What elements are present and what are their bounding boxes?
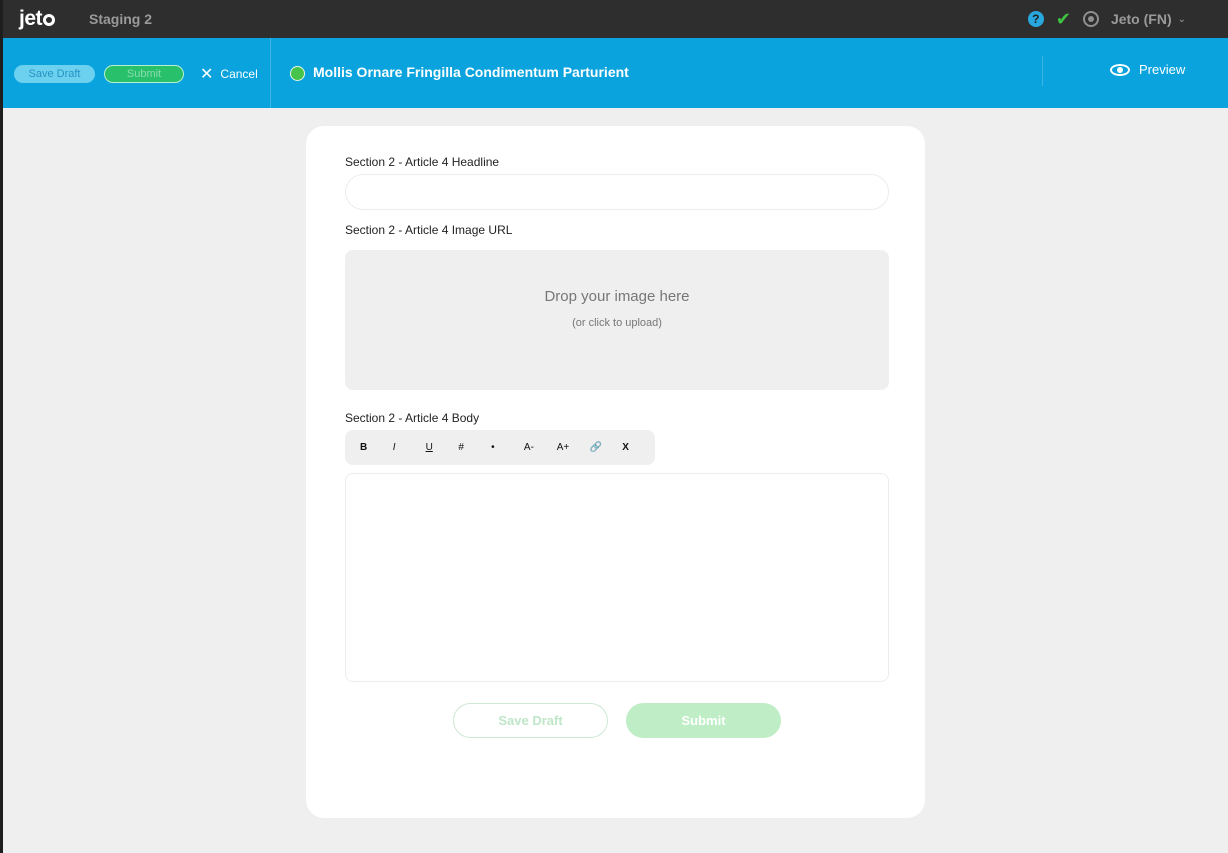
- top-right-controls: ? ✔ Jeto (FN) ⌄: [1027, 0, 1186, 38]
- submit-button[interactable]: Submit: [626, 703, 781, 738]
- cancel-button[interactable]: ✕ Cancel: [200, 64, 258, 84]
- toolbar-divider-right: [1042, 56, 1043, 86]
- clear-format-button[interactable]: X: [622, 438, 655, 458]
- logo-o-icon: [43, 14, 56, 26]
- environment-name[interactable]: Staging 2: [89, 11, 152, 27]
- preview-button[interactable]: Preview: [1110, 62, 1185, 77]
- bold-button[interactable]: B: [360, 438, 393, 458]
- help-icon[interactable]: ?: [1027, 11, 1044, 27]
- user-menu-label: Jeto (FN): [1110, 11, 1172, 27]
- image-dropzone[interactable]: Drop your image here (or click to upload…: [345, 250, 889, 390]
- window-frame-edge: [0, 0, 3, 853]
- user-menu[interactable]: Jeto (FN) ⌄: [1111, 11, 1186, 27]
- underline-button[interactable]: U: [426, 438, 459, 458]
- save-draft-button[interactable]: Save Draft: [453, 703, 608, 738]
- toolbar-divider: [270, 38, 271, 108]
- gear-icon[interactable]: [1082, 11, 1099, 27]
- link-icon[interactable]: 🔗: [589, 438, 622, 458]
- status-dot-icon: [290, 66, 305, 81]
- eye-icon: [1110, 63, 1130, 76]
- cancel-label: Cancel: [220, 67, 258, 81]
- italic-button[interactable]: I: [393, 438, 426, 458]
- bullet-list-button[interactable]: •: [491, 438, 524, 458]
- check-icon[interactable]: ✔: [1056, 9, 1071, 30]
- rich-text-toolbar: B I U # • A- A+ 🔗 X: [345, 430, 655, 465]
- top-bar: jet Staging 2 ? ✔ Jeto (FN) ⌄: [3, 0, 1228, 38]
- toolbar-submit-button[interactable]: Submit: [104, 65, 184, 83]
- headline-input[interactable]: [345, 174, 889, 210]
- dropzone-main-text: Drop your image here: [544, 288, 690, 305]
- app-logo[interactable]: jet: [19, 7, 56, 31]
- close-icon: ✕: [200, 66, 214, 83]
- headline-label: Section 2 - Article 4 Headline: [345, 155, 500, 169]
- dropzone-sub-text: (or click to upload): [572, 317, 662, 329]
- body-editor[interactable]: [345, 473, 889, 682]
- increase-font-button[interactable]: A+: [557, 438, 590, 458]
- chevron-down-icon: ⌄: [1177, 13, 1186, 25]
- toolbar-save-draft-button[interactable]: Save Draft: [14, 65, 95, 83]
- form-card: Section 2 - Article 4 Headline Section 2…: [306, 126, 925, 818]
- image-url-label: Section 2 - Article 4 Image URL: [345, 223, 513, 237]
- preview-label: Preview: [1139, 62, 1186, 77]
- body-label: Section 2 - Article 4 Body: [345, 411, 480, 425]
- decrease-font-button[interactable]: A-: [524, 438, 557, 458]
- document-title: Mollis Ornare Fringilla Condimentum Part…: [313, 64, 629, 80]
- numbered-list-button[interactable]: #: [458, 438, 491, 458]
- editor-toolbar: Save Draft Submit ✕ Cancel Mollis Ornare…: [3, 38, 1228, 108]
